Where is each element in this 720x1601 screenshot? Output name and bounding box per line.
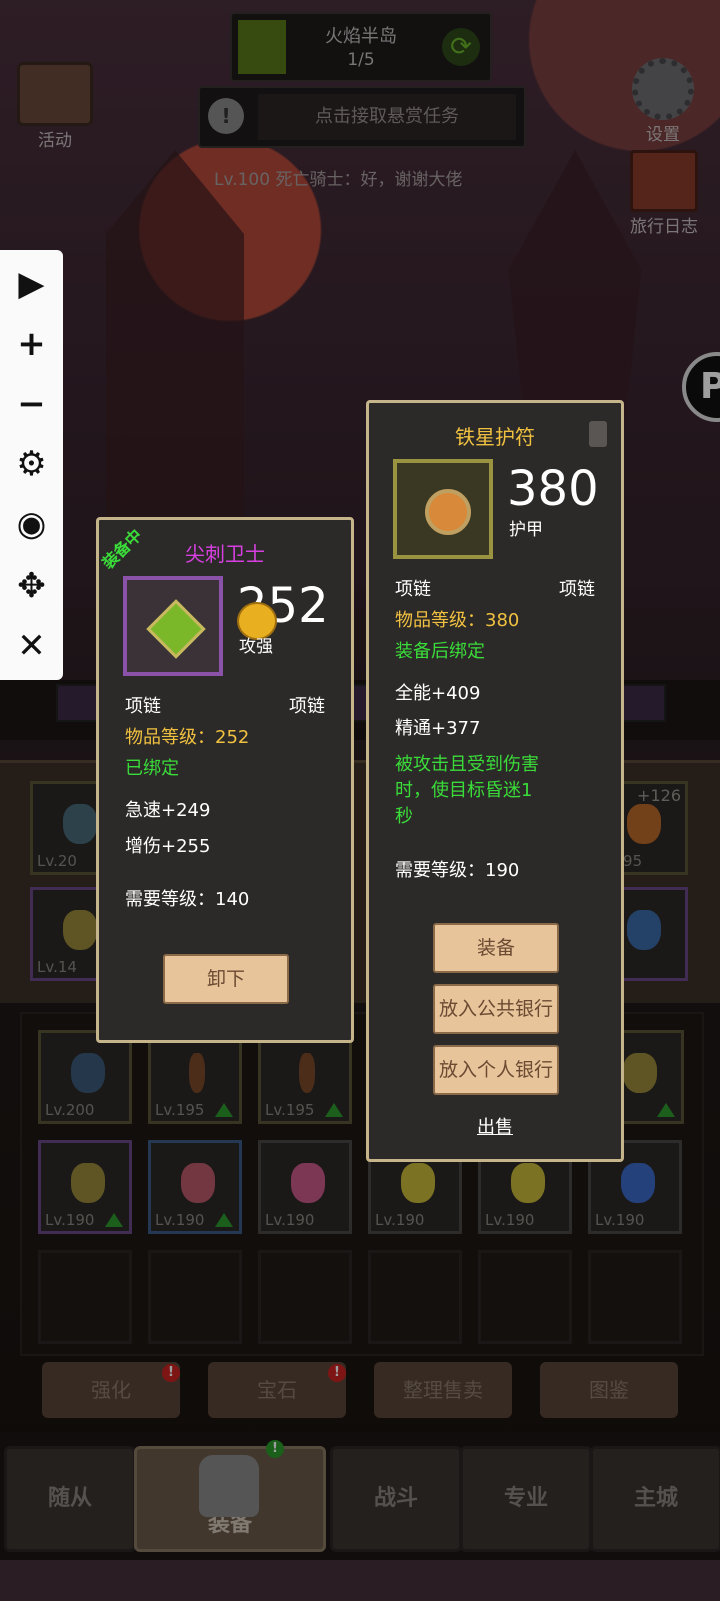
item-slot-type: 项链	[395, 579, 431, 600]
stat-line: 增伤+255	[125, 836, 211, 857]
item-stat-value: 380	[507, 461, 599, 517]
minus-icon[interactable]: −	[0, 374, 63, 434]
item-level: 物品等级：380	[395, 610, 520, 631]
item-name: 尖刺卫士	[185, 542, 265, 566]
close-icon[interactable]: ✕	[0, 616, 63, 676]
move-icon[interactable]: ✥	[0, 556, 63, 616]
bind-status: 已绑定	[125, 758, 179, 779]
item-slot-row: 项链 项链	[395, 575, 595, 601]
public-bank-button[interactable]: 放入公共银行	[433, 984, 559, 1034]
floating-toolbar: ▶ + − ⚙ ◉ ✥ ✕	[0, 250, 63, 680]
equip-button[interactable]: 装备	[433, 923, 559, 973]
required-level: 需要等级：190	[395, 860, 520, 881]
item-icon-frame	[393, 459, 493, 559]
stat-line: 全能+409	[395, 683, 481, 704]
stat-line: 精通+377	[395, 718, 481, 739]
gear-icon[interactable]: ⚙	[0, 434, 63, 494]
new-item-tooltip: 铁星护符 380 护甲 项链 项链 物品等级：380 装备后绑定 全能+409 …	[366, 400, 624, 1162]
necklace-icon	[146, 599, 206, 659]
effect-line: 被攻击且受到伤害	[395, 754, 539, 775]
equipped-item-tooltip: 装备中 尖刺卫士 252 攻强 项链 项链 物品等级：252 已绑定 急速+24…	[96, 517, 354, 1043]
required-level: 需要等级：140	[125, 889, 250, 910]
item-stat-label: 攻强	[239, 637, 273, 657]
sell-link[interactable]: 出售	[369, 1113, 621, 1139]
play-icon[interactable]: ▶	[0, 254, 63, 314]
item-icon-frame	[123, 576, 223, 676]
effect-line: 时，使目标昏迷1	[395, 780, 533, 801]
item-slot-subtype: 项链	[559, 579, 595, 600]
effect-line: 秒	[395, 806, 413, 827]
unequip-button[interactable]: 卸下	[163, 954, 289, 1004]
personal-bank-button[interactable]: 放入个人银行	[433, 1045, 559, 1095]
eye-icon[interactable]: ◉	[0, 494, 63, 554]
item-slot-type: 项链	[125, 696, 161, 717]
stat-line: 急速+249	[125, 800, 211, 821]
amulet-icon	[425, 489, 471, 535]
item-slot-subtype: 项链	[289, 696, 325, 717]
item-level: 物品等级：252	[125, 727, 250, 748]
item-stat-label: 护甲	[509, 520, 543, 540]
plus-icon[interactable]: +	[0, 314, 63, 374]
item-slot-row: 项链 项链	[125, 692, 325, 718]
bind-status: 装备后绑定	[395, 641, 485, 662]
item-name: 铁星护符	[455, 425, 535, 449]
